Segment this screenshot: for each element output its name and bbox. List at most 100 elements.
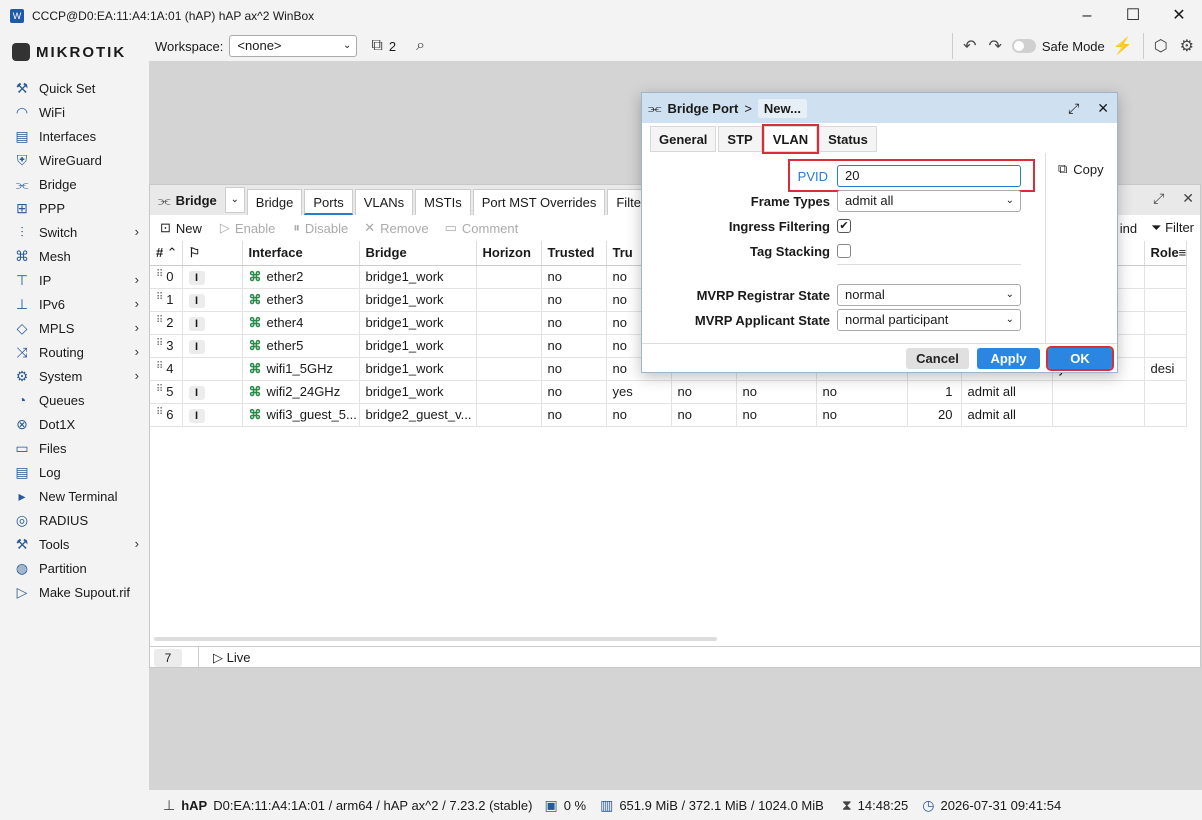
safe-mode-toggle[interactable] [1011, 39, 1036, 53]
settings-gear-icon[interactable]: ⚙ [1180, 36, 1194, 56]
sidebar-item-files[interactable]: ▭ Files [0, 436, 149, 460]
col-role[interactable]: Role≡ [1144, 241, 1188, 266]
sidebar-item-log[interactable]: ▤ Log [0, 460, 149, 484]
sidebar-item-bridge[interactable]: ⫘ Bridge [0, 172, 149, 196]
drag-handle-icon[interactable]: ⠿ [156, 292, 163, 303]
minimize-button[interactable]: – [1064, 0, 1110, 31]
tag-stacking-checkbox[interactable] [837, 244, 851, 258]
bridge-menu-dropdown[interactable]: ⌄ [224, 187, 245, 213]
drag-handle-icon[interactable]: ⠿ [156, 338, 163, 349]
pvid-input[interactable]: 20 [837, 165, 1021, 187]
col-interface[interactable]: Interface [242, 241, 360, 266]
frame-types-select[interactable]: admit all ⌄ [837, 190, 1021, 212]
copy-button[interactable]: ⧉ Copy [1058, 161, 1117, 177]
close-button[interactable]: ✕ [1156, 0, 1202, 31]
sidebar-item-partition[interactable]: ◍ Partition [0, 556, 149, 580]
maximize-icon[interactable]: ⤢ [1153, 190, 1164, 207]
table-row[interactable]: ⠿ 6 I ⌘ wifi3_guest_5... bridge2_guest_v... no… [150, 403, 1188, 427]
sidebar-item-system[interactable]: ⚙ System › [0, 364, 149, 388]
sidebar-item-radius[interactable]: ◎ RADIUS [0, 508, 149, 532]
sidebar-item-ppp[interactable]: ⊞ PPP [0, 196, 149, 220]
new-button[interactable]: ⊡ New [160, 220, 202, 236]
cell-role [1144, 311, 1188, 335]
tab-port-mst-overrides[interactable]: Port MST Overrides [472, 189, 606, 215]
sidebar-item-routing[interactable]: ⤨ Routing › [0, 340, 149, 364]
tab-vlans[interactable]: VLANs [354, 189, 414, 215]
disable-button[interactable]: ⏸ Disable [293, 220, 348, 236]
tab-vlan[interactable]: VLAN [761, 124, 820, 154]
tab-status[interactable]: Status [819, 126, 877, 152]
mvrp-applicant-select[interactable]: normal participant ⌄ [837, 309, 1021, 331]
col-flags[interactable]: ⚐ [182, 241, 243, 266]
undo-icon[interactable]: ↶ [963, 36, 976, 56]
remove-button[interactable]: ✕ Remove [364, 220, 428, 236]
col-horizon[interactable]: Horizon [476, 241, 542, 266]
quick-connect-icon[interactable]: ⚡ [1113, 36, 1133, 56]
drag-handle-icon[interactable]: ⠿ [156, 384, 163, 395]
sidebar-item-mpls[interactable]: ◇ MPLS › [0, 316, 149, 340]
tab-mstis[interactable]: MSTIs [415, 189, 471, 215]
workspace-select[interactable]: <none> ⌄ [229, 35, 358, 57]
file-icon: ▷ [16, 584, 28, 600]
drag-handle-icon[interactable]: ⠿ [156, 269, 163, 280]
sidebar-item-ipv6[interactable]: ⊥ IPv6 › [0, 292, 149, 316]
enable-button[interactable]: ▷ Enable [220, 220, 275, 236]
sidebar-item-new-terminal[interactable]: ▸ New Terminal [0, 484, 149, 508]
drag-handle-icon[interactable]: ⠿ [156, 361, 163, 372]
search-icon[interactable]: ⌕ [416, 37, 425, 55]
cancel-button[interactable]: Cancel [906, 348, 969, 369]
wifi-icon: ◠ [15, 104, 29, 120]
cell-c9: no [816, 403, 908, 427]
bridge-window-title: Bridge [175, 192, 217, 208]
sidebar-item-label: Files [39, 440, 67, 456]
comment-label: Comment [461, 220, 519, 236]
sidebar-item-switch[interactable]: ⫶ Switch › [0, 220, 149, 244]
redo-icon[interactable]: ↷ [988, 36, 1001, 56]
cell-tru: yes [606, 380, 672, 404]
tab-general[interactable]: General [650, 126, 717, 152]
sidebar-item-quick-set[interactable]: ⚒ Quick Set [0, 76, 149, 100]
apply-button[interactable]: Apply [977, 348, 1040, 369]
windows-icon[interactable]: ⧉ [371, 37, 382, 55]
comment-button[interactable]: ▭ Comment [445, 220, 519, 236]
dialog-header[interactable]: ⫘ Bridge Port > New... ⤢ ✕ [642, 93, 1117, 123]
sidebar-item-wifi[interactable]: ◠ WiFi [0, 100, 149, 124]
sidebar-item-ip[interactable]: ⊤ IP › [0, 268, 149, 292]
close-icon[interactable]: ✕ [1097, 100, 1109, 117]
maximize-icon[interactable]: ⤢ [1068, 100, 1079, 117]
filter-button[interactable]: ⏷ Filter [1151, 220, 1194, 236]
find-button[interactable]: ind [1120, 221, 1137, 236]
drag-handle-icon[interactable]: ⠿ [156, 407, 163, 418]
col-trusted[interactable]: Trusted [541, 241, 607, 266]
maximize-button[interactable]: ☐ [1110, 0, 1156, 31]
frame-types-label: Frame Types [750, 194, 830, 209]
package-icon[interactable]: ⬡ [1154, 36, 1168, 56]
sidebar-item-make-supout-rif[interactable]: ▷ Make Supout.rif [0, 580, 149, 604]
col-number[interactable]: # ⌃ [150, 241, 183, 266]
tab-bridge[interactable]: Bridge [246, 189, 303, 215]
horizontal-scrollbar[interactable] [154, 637, 717, 641]
mesh-icon: ⌘ [15, 248, 29, 264]
sidebar-item-wireguard[interactable]: ⛨ WireGuard [0, 148, 149, 172]
live-button[interactable]: ▷ Live [198, 646, 250, 669]
tab-stp[interactable]: STP [718, 126, 762, 152]
inactive-flag-badge: I [188, 270, 205, 285]
partition-icon: ◍ [15, 560, 29, 576]
tab-ports[interactable]: Ports [304, 189, 353, 215]
divider [837, 264, 1021, 265]
cell-n: ⠿ 5 [150, 380, 183, 404]
col-bridge[interactable]: Bridge [359, 241, 477, 266]
sidebar-item-dot1x[interactable]: ⊗ Dot1X [0, 412, 149, 436]
sidebar-item-tools[interactable]: ⚒ Tools › [0, 532, 149, 556]
sidebar-item-mesh[interactable]: ⌘ Mesh [0, 244, 149, 268]
cell-bridge: bridge1_work [359, 380, 477, 404]
sidebar-item-queues[interactable]: ◔ Queues [0, 388, 149, 412]
table-row[interactable]: ⠿ 5 I ⌘ wifi2_24GHz bridge1_work no yes no no no 1 a… [150, 380, 1188, 404]
ok-button[interactable]: OK [1046, 346, 1114, 371]
cell-horizon [476, 357, 542, 381]
drag-handle-icon[interactable]: ⠿ [156, 315, 163, 326]
mvrp-registrar-select[interactable]: normal ⌄ [837, 284, 1021, 306]
sidebar-item-interfaces[interactable]: ▤ Interfaces [0, 124, 149, 148]
close-icon[interactable]: ✕ [1182, 190, 1194, 207]
ingress-filtering-checkbox[interactable]: ✔ [837, 219, 851, 233]
